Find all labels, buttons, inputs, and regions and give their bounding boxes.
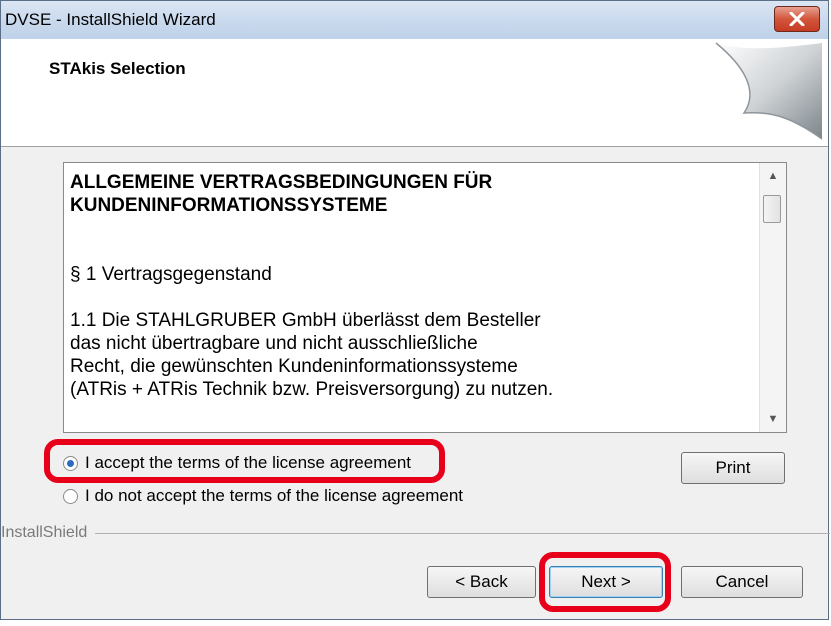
- branding-label: InstallShield: [1, 524, 88, 541]
- installer-window: DVSE - InstallShield Wizard STAkis Selec…: [0, 0, 830, 620]
- page-curl-icon: [715, 42, 823, 140]
- decline-radio-option[interactable]: I do not accept the terms of the license…: [63, 486, 463, 506]
- window-title: DVSE - InstallShield Wizard: [5, 10, 216, 29]
- license-line: Recht, die gewünschten Kundeninformation…: [70, 356, 518, 377]
- accept-highlight-annotation: [44, 439, 445, 483]
- decline-radio-label: I do not accept the terms of the license…: [85, 486, 463, 505]
- scroll-up-icon[interactable]: ▲: [760, 165, 786, 187]
- close-icon: [789, 12, 805, 26]
- scroll-thumb[interactable]: [763, 195, 781, 223]
- decline-radio-button[interactable]: [63, 488, 78, 504]
- wizard-header: STAkis Selection: [1, 39, 828, 147]
- installshield-branding: InstallShield: [1, 524, 830, 542]
- license-line: 1.1 Die STAHLGRUBER GmbH überlässt dem B…: [70, 310, 541, 331]
- license-text-box[interactable]: ALLGEMEINE VERTRAGSBEDINGUNGEN FÜR KUNDE…: [63, 162, 787, 433]
- license-text: ALLGEMEINE VERTRAGSBEDINGUNGEN FÜR KUNDE…: [70, 171, 750, 401]
- title-bar[interactable]: DVSE - InstallShield Wizard: [1, 1, 828, 40]
- scroll-down-icon[interactable]: ▼: [760, 408, 786, 430]
- cancel-button[interactable]: Cancel: [681, 566, 803, 598]
- vertical-scrollbar[interactable]: ▲ ▼: [759, 163, 786, 432]
- license-line: das nicht übertragbare und nicht ausschl…: [70, 333, 478, 354]
- print-button[interactable]: Print: [681, 452, 785, 484]
- license-heading: ALLGEMEINE VERTRAGSBEDINGUNGEN FÜR KUNDE…: [70, 172, 493, 216]
- license-line: (ATRis + ATRis Technik bzw. Preisversorg…: [70, 379, 554, 400]
- license-section: § 1 Vertragsgegenstand: [70, 264, 272, 285]
- page-title: STAkis Selection: [49, 59, 186, 78]
- close-button[interactable]: [774, 6, 820, 32]
- next-highlight-annotation: [539, 552, 671, 612]
- back-button[interactable]: < Back: [427, 566, 536, 598]
- branding-divider: [95, 532, 830, 534]
